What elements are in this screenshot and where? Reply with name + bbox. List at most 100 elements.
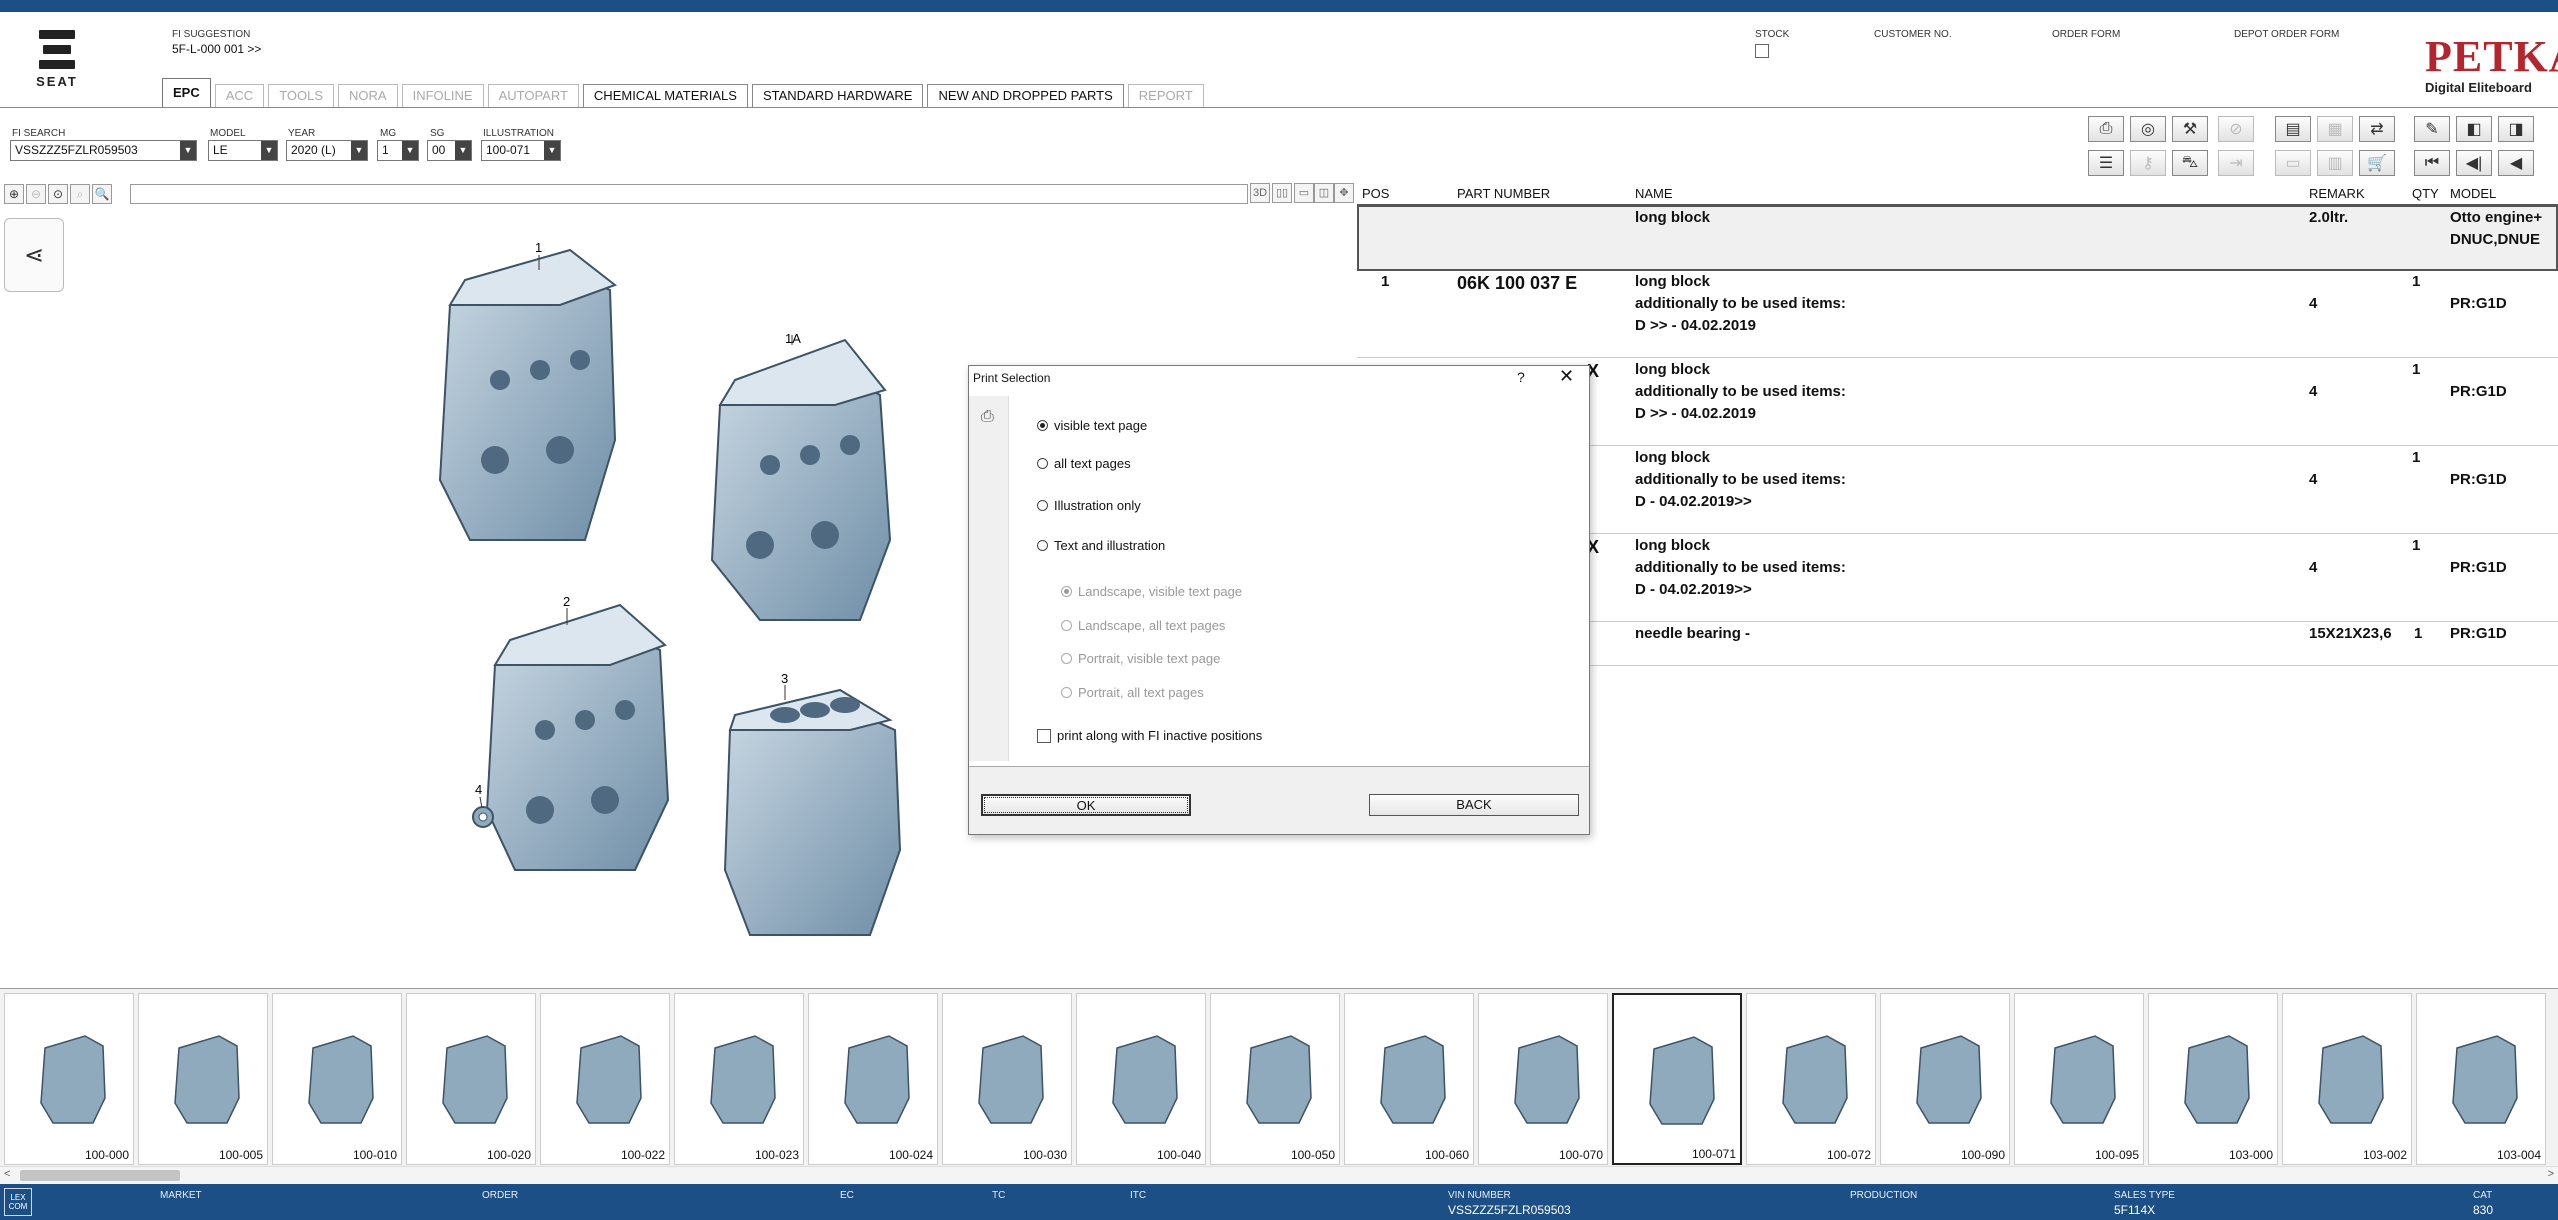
suboption-portrait-visible[interactable]: Portrait, visible text page [1061, 651, 1220, 666]
chevron-down-icon[interactable]: ▼ [261, 141, 277, 160]
previous-page-icon[interactable]: ◀| [2456, 150, 2492, 176]
help-icon[interactable]: ? [1517, 369, 1525, 385]
radio-text-and-illustration[interactable] [1037, 540, 1048, 551]
chevron-down-icon[interactable]: ▼ [351, 141, 367, 160]
tab-standard-hardware[interactable]: STANDARD HARDWARE [751, 84, 924, 108]
table-row[interactable]: 1 06K 100 037 E long block additionally … [1357, 272, 2558, 358]
scroll-left-icon[interactable]: < [4, 1168, 10, 1180]
tab-acc[interactable]: ACC [214, 84, 265, 108]
ok-button[interactable]: OK [981, 794, 1191, 816]
tab-new-and-dropped-parts[interactable]: NEW AND DROPPED PARTS [927, 84, 1124, 108]
radio-all-text-pages[interactable] [1037, 458, 1048, 469]
illustration-select[interactable]: 100-071 ▼ [481, 140, 561, 161]
car-icon[interactable]: ⛍ [2172, 150, 2208, 176]
radio-landscape-all[interactable] [1061, 620, 1072, 631]
three-d-button[interactable]: 3D [1250, 183, 1270, 203]
zoom-reset-icon[interactable]: ⌕ [70, 184, 90, 204]
engine-3[interactable] [723, 688, 902, 936]
thumbnail-item[interactable]: 103-002 [2282, 993, 2412, 1165]
stock-checkbox[interactable] [1755, 44, 1769, 58]
fi-suggestion-link[interactable]: 5F-L-000 001 >> [172, 42, 261, 56]
table-row[interactable]: long block 2.0ltr. Otto engine+ DNUC,DNU… [1357, 205, 2558, 271]
radio-portrait-visible[interactable] [1061, 653, 1072, 664]
tab-epc[interactable]: EPC [162, 78, 211, 108]
tab-report[interactable]: REPORT [1127, 84, 1204, 108]
suboption-landscape-all[interactable]: Landscape, all text pages [1061, 618, 1225, 633]
zoom-in-icon[interactable]: ⊕ [4, 184, 24, 204]
thumbnail-item[interactable]: 100-023 [674, 993, 804, 1165]
chevron-down-icon[interactable]: ▼ [180, 141, 196, 160]
close-icon[interactable]: ✕ [1559, 366, 1574, 387]
fi-inactive-checkbox[interactable] [1037, 728, 1051, 743]
cart-transfer-icon[interactable]: ⇄ [2359, 116, 2395, 142]
layout-icon[interactable]: ◫ [1314, 183, 1334, 203]
chevron-down-icon[interactable]: ▼ [544, 141, 560, 160]
move-icon[interactable]: ✥ [1334, 183, 1354, 203]
thumbnail-item[interactable]: 100-095 [2014, 993, 2144, 1165]
option-illustration-only[interactable]: Illustration only [1037, 498, 1141, 513]
page-prev-icon[interactable]: ◧ [2456, 116, 2492, 142]
scroll-right-icon[interactable]: > [2548, 1168, 2554, 1180]
thumbnail-item[interactable]: 100-090 [1880, 993, 2010, 1165]
thumbnail-item[interactable]: 100-022 [540, 993, 670, 1165]
suboption-portrait-all[interactable]: Portrait, all text pages [1061, 685, 1204, 700]
mg-select[interactable]: 1 ▼ [377, 140, 419, 161]
thumbnail-item[interactable]: 103-000 [2148, 993, 2278, 1165]
cart-icon[interactable]: 🛒 [2359, 150, 2395, 176]
needle-bearing-4[interactable] [472, 806, 494, 828]
thumbnail-item[interactable]: 100-030 [942, 993, 1072, 1165]
clipboard-icon[interactable]: ▭ [2275, 150, 2311, 176]
thumbnail-item[interactable]: 100-010 [272, 993, 402, 1165]
engine-2[interactable] [485, 603, 670, 871]
tab-infoline[interactable]: INFOLINE [401, 84, 484, 108]
search-icon[interactable]: 🔍 [92, 184, 112, 204]
tire-icon[interactable]: ◎ [2130, 116, 2166, 142]
option-all-text-pages[interactable]: all text pages [1037, 456, 1131, 471]
tab-chemical-materials[interactable]: CHEMICAL MATERIALS [582, 84, 748, 108]
thumbnail-item[interactable]: 100-070 [1478, 993, 1608, 1165]
chevron-down-icon[interactable]: ▼ [455, 141, 471, 160]
thumbnail-item[interactable]: 103-004 [2416, 993, 2546, 1165]
suboption-landscape-visible[interactable]: Landscape, visible text page [1061, 584, 1242, 599]
thumbnail-item[interactable]: 100-040 [1076, 993, 1206, 1165]
thumbnail-item[interactable]: 100-071 [1612, 993, 1742, 1165]
model-select[interactable]: LE ▼ [208, 140, 278, 161]
option-text-and-illustration[interactable]: Text and illustration [1037, 538, 1165, 553]
page-next-icon[interactable]: ◨ [2498, 116, 2534, 142]
split-view-icon[interactable]: ▯▯ [1272, 183, 1292, 203]
zoom-out-icon[interactable]: ⊖ [26, 184, 46, 204]
thumbnail-item[interactable]: 100-020 [406, 993, 536, 1165]
thumbnail-item[interactable]: 100-005 [138, 993, 268, 1165]
first-page-icon[interactable]: ⏮ [2414, 150, 2450, 176]
sg-select[interactable]: 00 ▼ [427, 140, 472, 161]
print-icon[interactable]: ⎙ [2088, 116, 2124, 142]
thumbnail-item[interactable]: 100-024 [808, 993, 938, 1165]
search-doc-icon[interactable]: ▦ [2317, 116, 2353, 142]
thumbnail-item[interactable]: 100-000 [4, 993, 134, 1165]
list-icon[interactable]: ☰ [2088, 150, 2124, 176]
fi-search-input[interactable]: VSSZZZ5FZLR059503 ▼ [10, 140, 197, 161]
zoom-fit-icon[interactable]: ⊙ [48, 184, 68, 204]
radio-illustration-only[interactable] [1037, 500, 1048, 511]
tools-icon[interactable]: ⚒ [2172, 116, 2208, 142]
tab-tools[interactable]: TOOLS [268, 84, 335, 108]
thumbnail-item[interactable]: 100-072 [1746, 993, 1876, 1165]
compare-icon[interactable]: ▭ [1294, 183, 1314, 203]
elsa-icon[interactable]: ▤ [2275, 116, 2311, 142]
scrollbar-thumb[interactable] [20, 1170, 180, 1181]
chevron-down-icon[interactable]: ▼ [402, 141, 418, 160]
thumbnail-item[interactable]: 100-060 [1344, 993, 1474, 1165]
exit-icon[interactable]: ⇥ [2218, 150, 2254, 176]
thumbnail-scrollbar[interactable]: < > [0, 1166, 2558, 1184]
key-icon[interactable]: ⚷ [2130, 150, 2166, 176]
tab-autopart[interactable]: AUTOPART [487, 84, 579, 108]
back-icon[interactable]: ◀ [2498, 150, 2534, 176]
engine-1[interactable] [438, 248, 618, 541]
option-fi-inactive[interactable]: print along with FI inactive positions [1037, 728, 1262, 743]
radio-visible-text-page[interactable] [1037, 420, 1048, 431]
link-icon[interactable]: ⊘ [2218, 116, 2254, 142]
radio-landscape-visible[interactable] [1061, 586, 1072, 597]
thumbnail-item[interactable]: 100-050 [1210, 993, 1340, 1165]
year-select[interactable]: 2020 (L) ▼ [286, 140, 368, 161]
option-visible-text-page[interactable]: visible text page [1037, 418, 1147, 433]
